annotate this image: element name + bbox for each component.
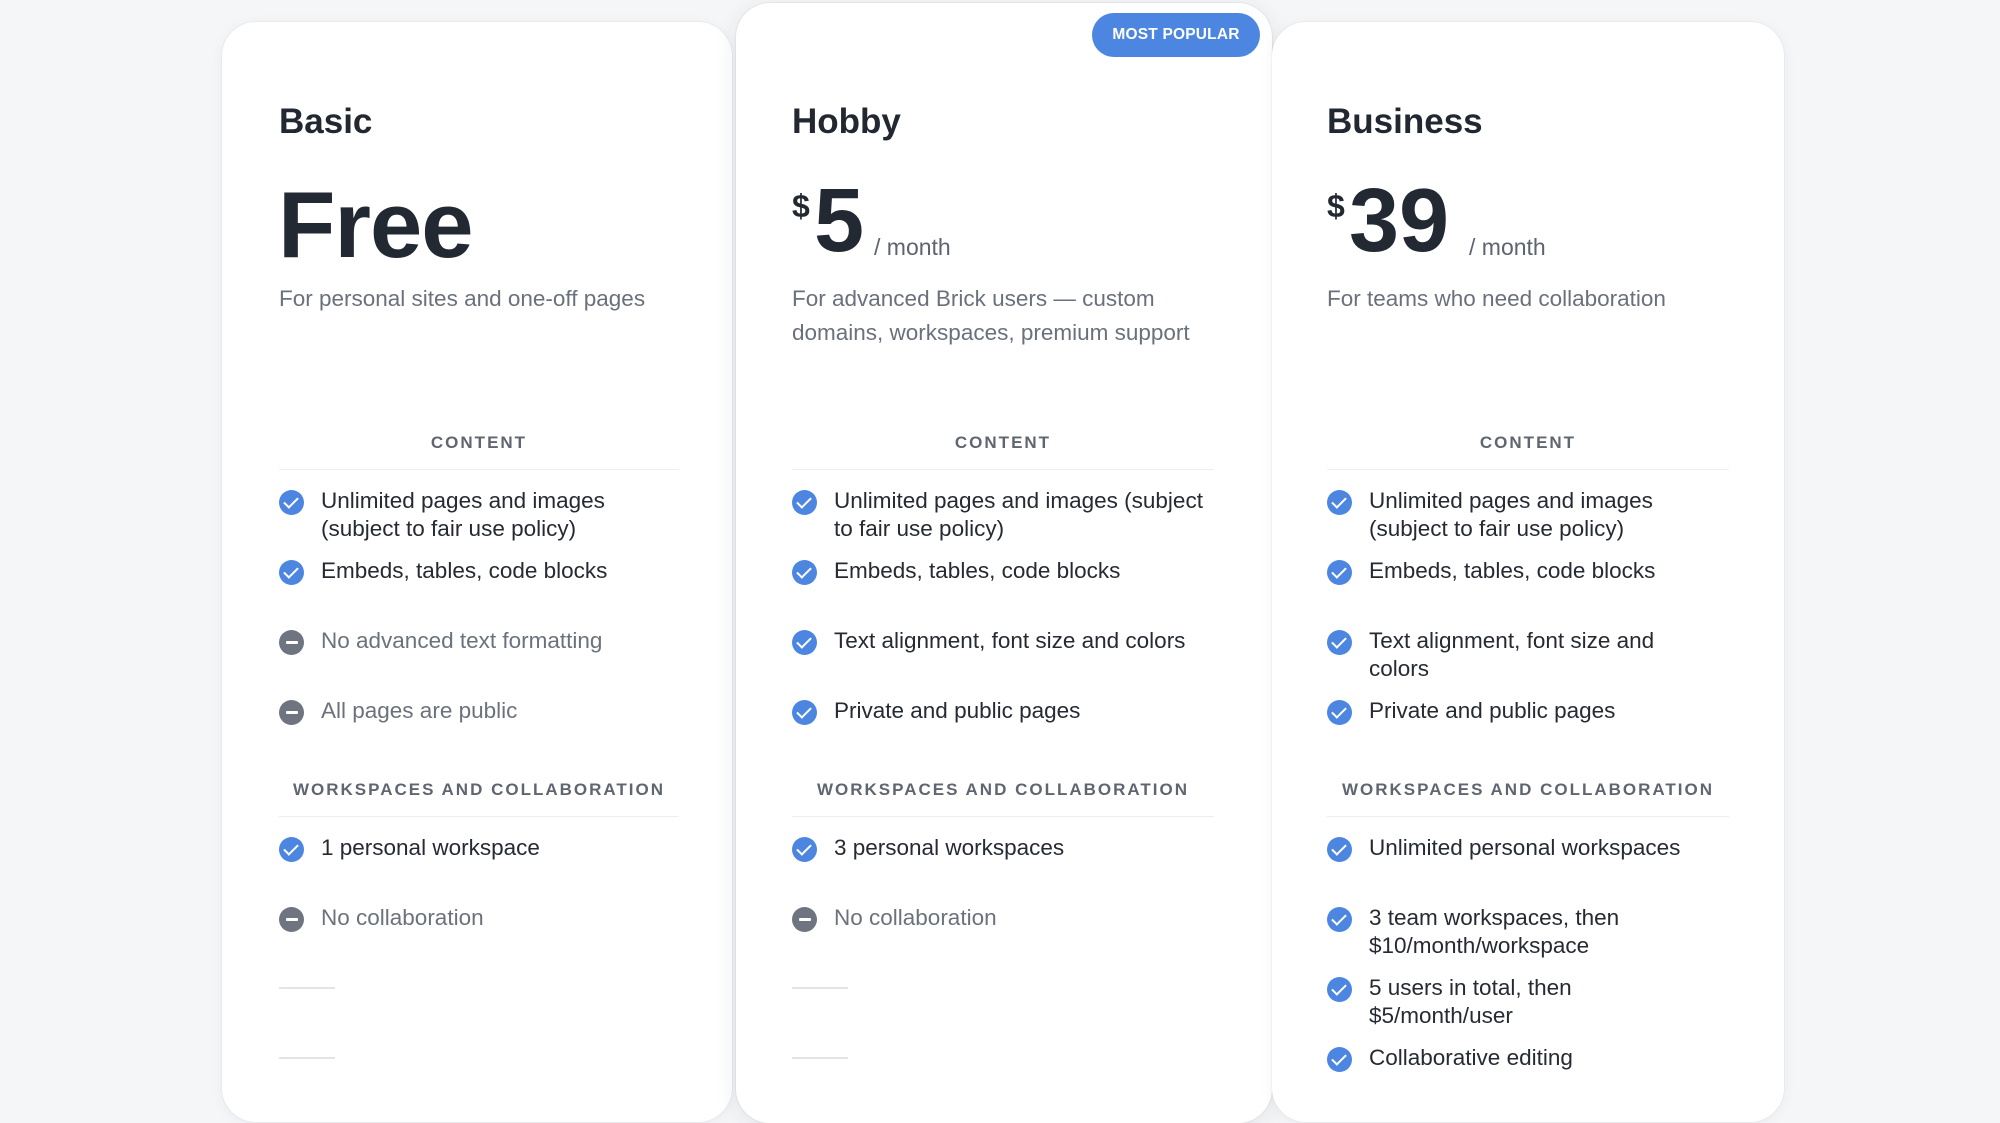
- check-icon: [279, 837, 304, 862]
- check-icon: [279, 560, 304, 585]
- feature-text: Collaborative editing: [1369, 1045, 1573, 1070]
- feature-text: Text alignment, font size and colors: [834, 628, 1186, 653]
- check-icon: [1327, 1047, 1352, 1072]
- feature-item: Unlimited personal workspaces: [1327, 834, 1727, 862]
- section-heading-workspaces: WORKSPACES AND COLLABORATION: [279, 780, 679, 817]
- feature-text: Unlimited personal workspaces: [1369, 835, 1681, 860]
- feature-item: All pages are public: [279, 697, 679, 725]
- check-icon: [1327, 907, 1352, 932]
- feature-item: 3 team workspaces, then $10/month/worksp…: [1327, 904, 1667, 960]
- check-icon: [792, 560, 817, 585]
- empty-placeholder-dash: [279, 987, 335, 989]
- empty-placeholder-dash: [792, 1057, 848, 1059]
- check-icon: [1327, 700, 1352, 725]
- price-amount: 39: [1349, 171, 1450, 271]
- check-icon: [1327, 837, 1352, 862]
- minus-icon: [792, 907, 817, 932]
- plan-description: For teams who need collaboration: [1327, 286, 1666, 311]
- check-icon: [792, 490, 817, 515]
- check-icon: [1327, 630, 1352, 655]
- section-heading-workspaces: WORKSPACES AND COLLABORATION: [792, 780, 1214, 817]
- feature-text: 3 team workspaces, then $10/month/worksp…: [1369, 905, 1620, 958]
- feature-text: Unlimited pages and images (subject to f…: [321, 488, 605, 541]
- check-icon: [792, 700, 817, 725]
- feature-text: Embeds, tables, code blocks: [321, 558, 608, 583]
- feature-item: Embeds, tables, code blocks: [1327, 557, 1707, 585]
- plan-description: For advanced Brick users — custom domain…: [792, 286, 1190, 345]
- feature-item: Unlimited pages and images (subject to f…: [1327, 487, 1707, 543]
- plan-name: Hobby: [792, 102, 901, 141]
- plan-name: Basic: [279, 102, 373, 141]
- empty-placeholder-dash: [279, 1057, 335, 1059]
- feature-item: 3 personal workspaces: [792, 834, 1222, 862]
- minus-icon: [279, 907, 304, 932]
- minus-icon: [279, 630, 304, 655]
- feature-item: No collaboration: [279, 904, 679, 932]
- feature-item: Embeds, tables, code blocks: [279, 557, 679, 585]
- feature-text: All pages are public: [321, 698, 518, 723]
- check-icon: [279, 490, 304, 515]
- empty-placeholder-dash: [792, 987, 848, 989]
- feature-text: 3 personal workspaces: [834, 835, 1065, 860]
- feature-text: Embeds, tables, code blocks: [1369, 558, 1656, 583]
- feature-item: Unlimited pages and images (subject to f…: [792, 487, 1222, 543]
- feature-text: Embeds, tables, code blocks: [834, 558, 1121, 583]
- feature-item: Text alignment, font size and colors: [792, 627, 1222, 655]
- price-currency: $: [792, 188, 810, 224]
- feature-text: Text alignment, font size and colors: [1369, 628, 1655, 681]
- check-icon: [792, 837, 817, 862]
- feature-text: Unlimited pages and images (subject to f…: [1369, 488, 1653, 541]
- feature-text: No collaboration: [321, 905, 484, 930]
- feature-text: Private and public pages: [1369, 698, 1616, 723]
- plan-name: Business: [1327, 102, 1483, 141]
- feature-item: 1 personal workspace: [279, 834, 679, 862]
- section-heading-content: CONTENT: [279, 433, 679, 470]
- check-icon: [1327, 490, 1352, 515]
- feature-text: Private and public pages: [834, 698, 1081, 723]
- check-icon: [792, 630, 817, 655]
- price-period: / month: [874, 234, 951, 260]
- feature-item: Collaborative editing: [1327, 1044, 1707, 1072]
- feature-item: 5 users in total, then $5/month/user: [1327, 974, 1627, 1030]
- minus-icon: [279, 700, 304, 725]
- price-amount: 5: [814, 171, 865, 271]
- section-heading-content: CONTENT: [1327, 433, 1729, 470]
- feature-text: 1 personal workspace: [321, 835, 540, 860]
- feature-item: No collaboration: [792, 904, 1222, 932]
- feature-item: Unlimited pages and images (subject to f…: [279, 487, 679, 543]
- feature-text: No collaboration: [834, 905, 997, 930]
- check-icon: [1327, 560, 1352, 585]
- plan-description: For personal sites and one-off pages: [279, 286, 646, 311]
- most-popular-badge: MOST POPULAR: [1092, 13, 1260, 57]
- plan-price: $ 5 / month: [792, 176, 1052, 276]
- feature-item: Embeds, tables, code blocks: [792, 557, 1222, 585]
- check-icon: [1327, 977, 1352, 1002]
- feature-item: Private and public pages: [792, 697, 1222, 725]
- plan-price: Free: [278, 172, 474, 277]
- plan-price: $ 39 / month: [1327, 176, 1627, 276]
- feature-item: Private and public pages: [1327, 697, 1707, 725]
- price-currency: $: [1327, 188, 1345, 224]
- feature-text: 5 users in total, then $5/month/user: [1369, 975, 1572, 1028]
- section-heading-workspaces: WORKSPACES AND COLLABORATION: [1327, 780, 1729, 817]
- feature-item: No advanced text formatting: [279, 627, 679, 655]
- feature-text: Unlimited pages and images (subject to f…: [834, 488, 1203, 541]
- feature-item: Text alignment, font size and colors: [1327, 627, 1707, 683]
- section-heading-content: CONTENT: [792, 433, 1214, 470]
- price-period: / month: [1469, 234, 1546, 260]
- feature-text: No advanced text formatting: [321, 628, 603, 653]
